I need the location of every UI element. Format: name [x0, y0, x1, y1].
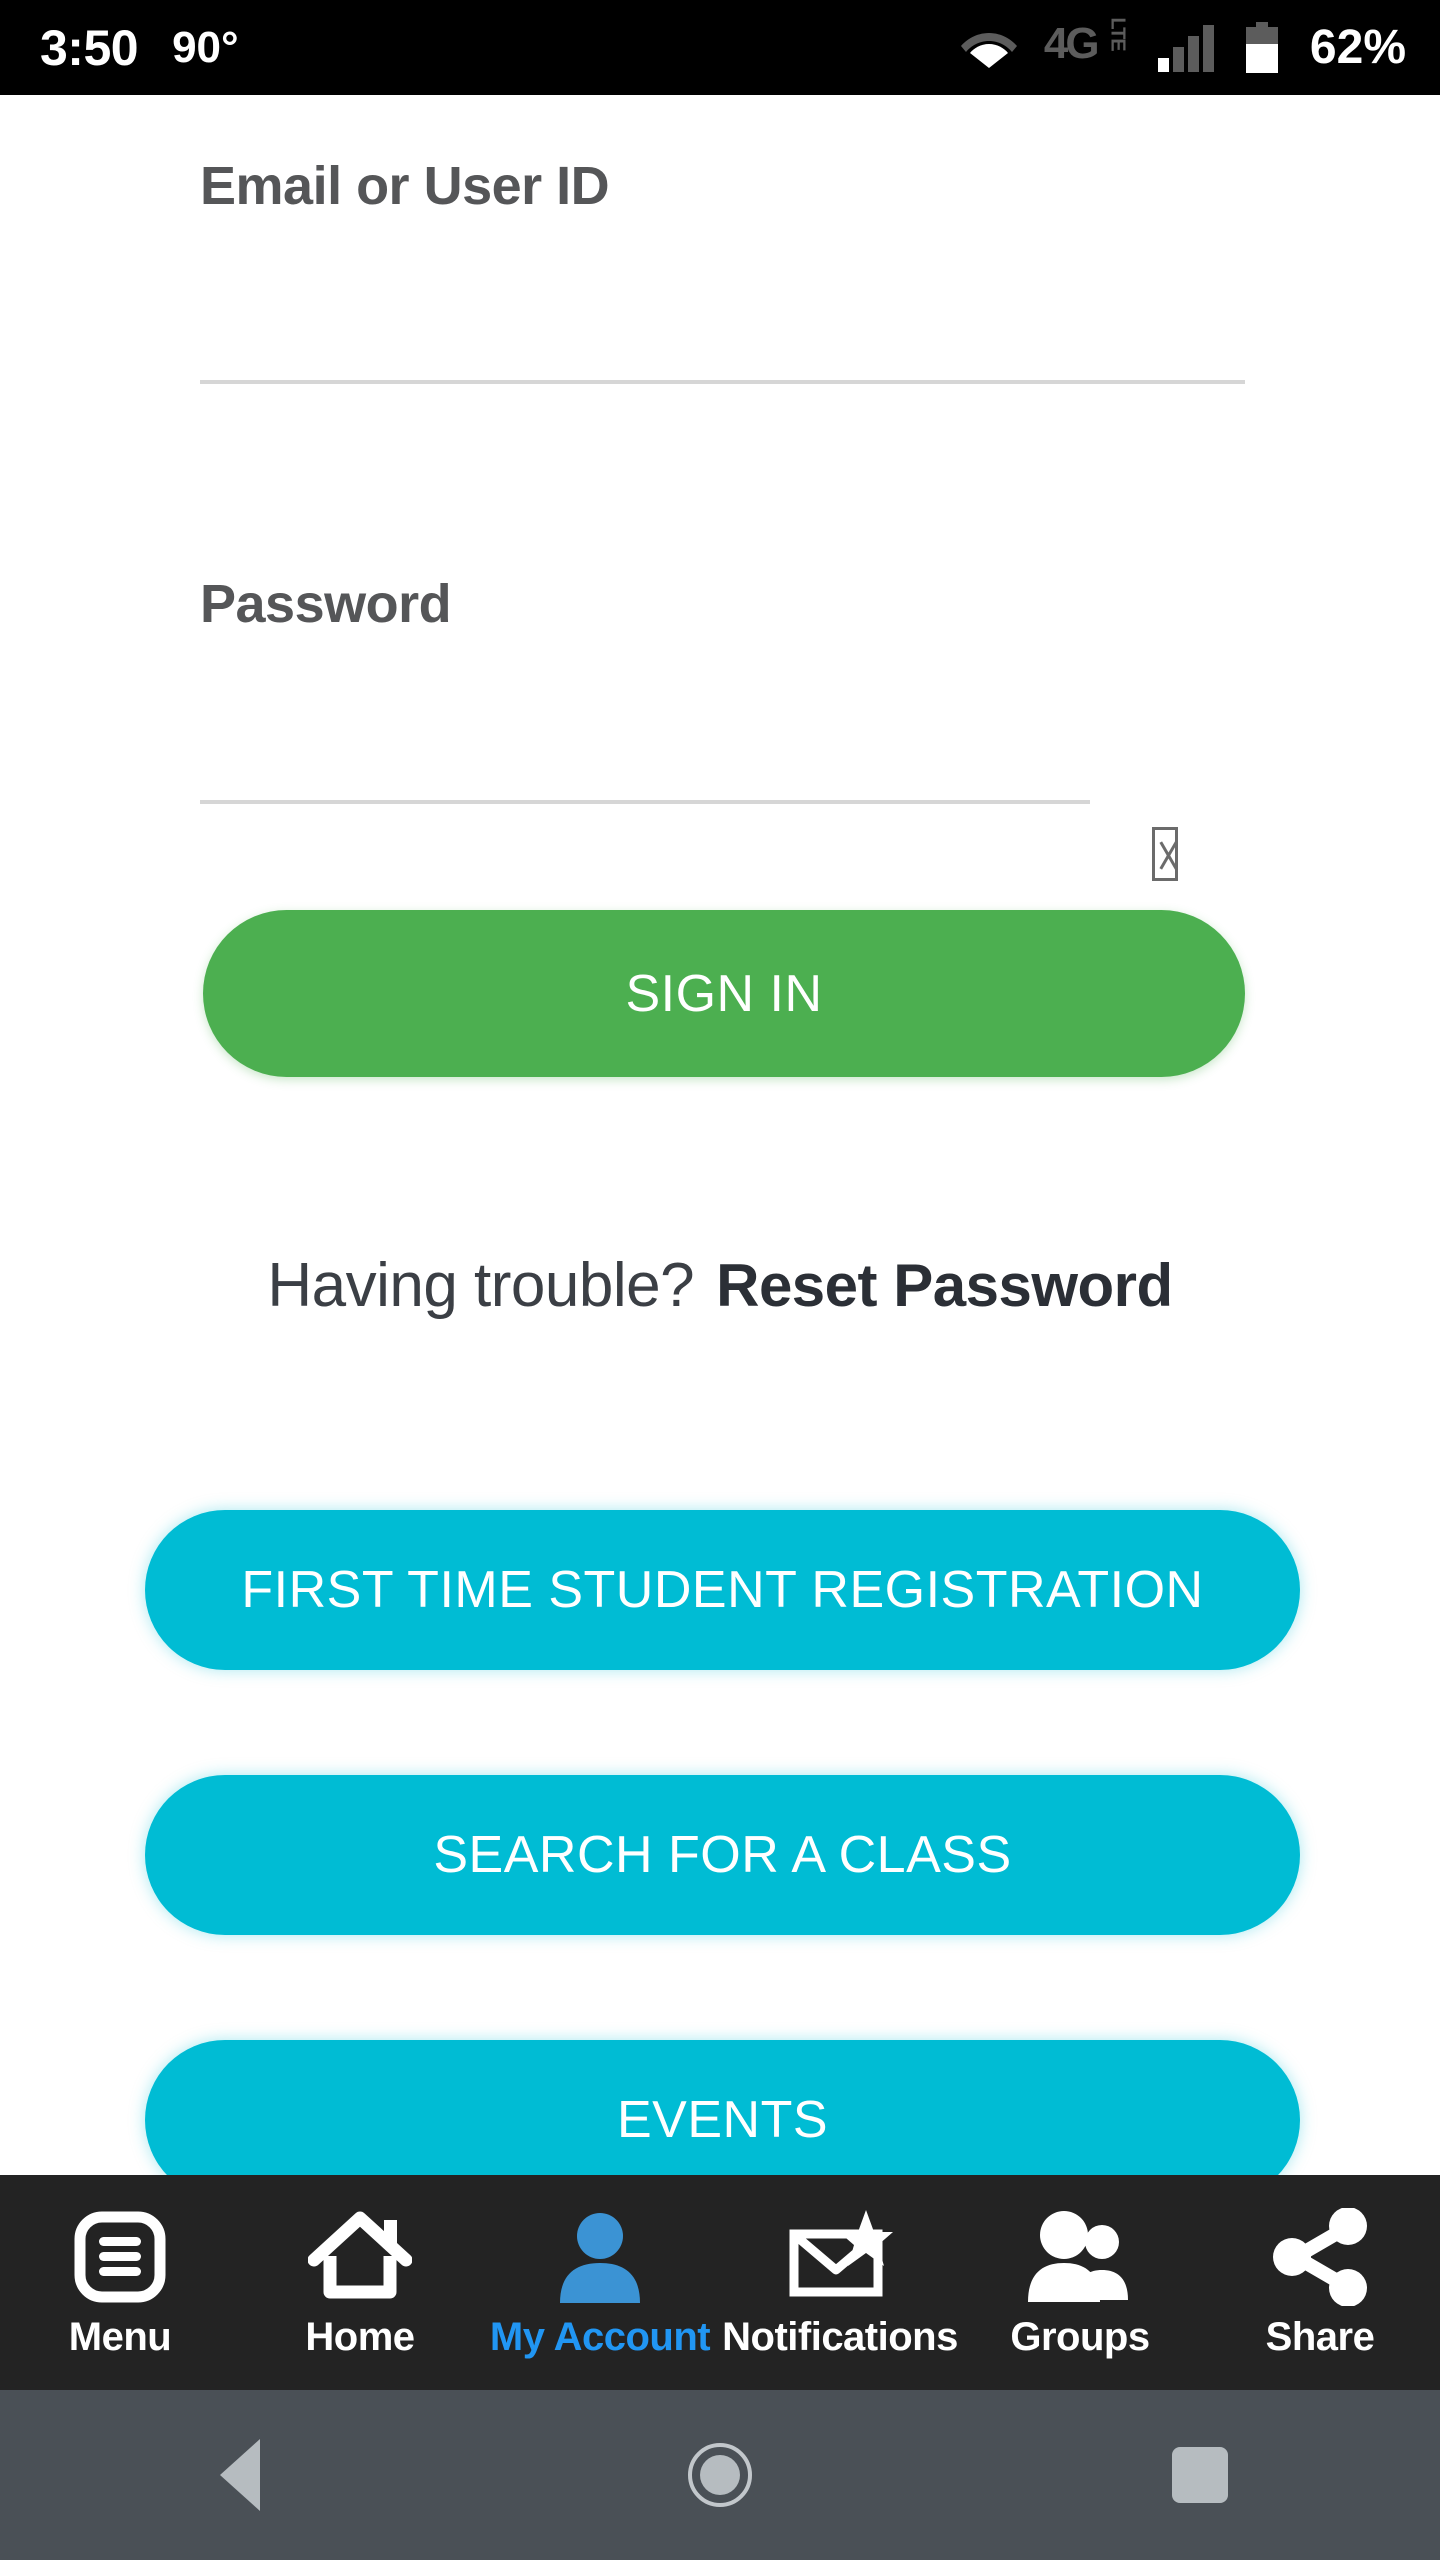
nav-item-share[interactable]: Share	[1200, 2175, 1440, 2390]
network-type-label: 4G	[1043, 18, 1100, 68]
email-field-label: Email or User ID	[200, 156, 610, 216]
nav-label-menu: Menu	[68, 2315, 172, 2359]
system-home-button[interactable]	[630, 2390, 810, 2560]
circle-home-icon	[688, 2443, 752, 2507]
status-bar-temperature: 90°	[172, 22, 239, 72]
nav-label-home: Home	[305, 2315, 415, 2359]
nav-label-notifications: Notifications	[722, 2315, 958, 2359]
android-system-navigation-bar	[0, 2390, 1440, 2560]
battery-percent-label: 62%	[1309, 20, 1406, 74]
nav-label-groups: Groups	[1010, 2315, 1150, 2359]
person-icon	[554, 2205, 646, 2309]
status-bar-clock: 3:50	[40, 19, 139, 76]
status-bar-left: 3:50 90°	[40, 23, 239, 73]
system-back-button[interactable]	[150, 2390, 330, 2560]
having-trouble-text: Having trouble?	[267, 1251, 695, 1320]
password-input[interactable]	[200, 695, 1080, 775]
home-icon	[308, 2205, 412, 2309]
nav-item-menu[interactable]: Menu	[0, 2175, 240, 2390]
triangle-back-icon	[220, 2439, 260, 2511]
signal-bars-icon	[1157, 24, 1218, 72]
square-recents-icon	[1172, 2447, 1228, 2503]
trouble-row: Having trouble? Reset Password	[0, 1250, 1440, 1321]
email-field-underline	[200, 380, 1245, 384]
nav-label-my-account: My Account	[489, 2315, 711, 2359]
password-field-underline	[200, 800, 1090, 804]
4g-lte-icon: 4G LTE	[1043, 17, 1132, 72]
missing-glyph-box-icon[interactable]	[1152, 827, 1178, 881]
battery-icon	[1244, 21, 1280, 74]
nav-item-home[interactable]: Home	[240, 2175, 480, 2390]
reset-password-link[interactable]: Reset Password	[716, 1251, 1173, 1320]
system-recents-button[interactable]	[1110, 2390, 1290, 2560]
status-bar-right: 4G LTE 62%	[960, 17, 1406, 74]
share-nodes-icon	[1270, 2205, 1370, 2309]
sign-in-button[interactable]: SIGN IN	[203, 910, 1245, 1077]
nav-item-my-account[interactable]: My Account	[480, 2175, 720, 2390]
status-bar: 3:50 90° 4G LTE 62%	[0, 0, 1440, 95]
first-time-student-registration-button[interactable]: FIRST TIME STUDENT REGISTRATION	[145, 1510, 1300, 1670]
wifi-icon	[960, 27, 1018, 69]
search-for-a-class-button[interactable]: SEARCH FOR A CLASS	[145, 1775, 1300, 1935]
menu-list-icon	[71, 2205, 169, 2309]
email-input[interactable]	[200, 275, 1240, 355]
login-content: Email or User ID Password SIGN IN Having…	[0, 95, 1440, 2200]
people-group-icon	[1024, 2205, 1136, 2309]
password-field-label: Password	[200, 574, 452, 634]
bottom-navigation-bar: Menu Home My Account Notifications Group…	[0, 2175, 1440, 2390]
phone-screen: 3:50 90° 4G LTE 62% Email or User ID Pas…	[0, 0, 1440, 2560]
nav-label-share: Share	[1265, 2315, 1375, 2359]
network-sub-label: LTE	[1106, 16, 1129, 51]
nav-item-notifications[interactable]: Notifications	[720, 2175, 960, 2390]
envelope-star-icon	[786, 2205, 894, 2309]
nav-item-groups[interactable]: Groups	[960, 2175, 1200, 2390]
